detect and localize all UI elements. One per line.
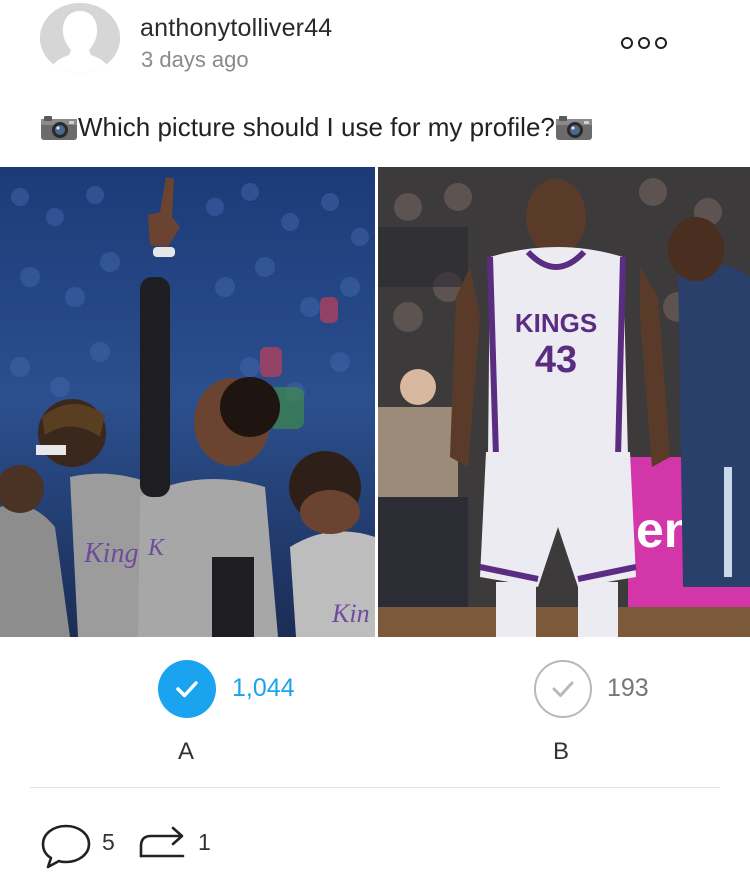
option-label-b: B (553, 738, 570, 765)
checkmark-icon (552, 681, 574, 697)
more-options-icon (638, 37, 650, 49)
username[interactable]: anthonytolliver44 (140, 14, 332, 43)
jersey-team-text: KINGS (515, 308, 597, 338)
camera-emoji-icon (555, 113, 593, 141)
repost-count: 1 (198, 829, 211, 855)
comment-count: 5 (102, 829, 115, 855)
svg-text:Kin: Kin (331, 599, 370, 628)
svg-text:K: K (147, 535, 166, 561)
more-options-icon (655, 37, 667, 49)
poll-question-text: Which picture should I use for my profil… (78, 111, 555, 142)
checkmark-icon (176, 681, 198, 698)
comment-icon[interactable] (40, 822, 92, 870)
vote-count-b: 193 (607, 674, 649, 702)
poll-question: Which picture should I use for my profil… (40, 110, 593, 144)
poll-photo-b[interactable]: en KINGS 43 (378, 167, 750, 637)
vote-option-b-checkbox[interactable] (534, 660, 592, 718)
avatar-placeholder-icon (40, 3, 120, 73)
option-label-a: A (178, 738, 195, 765)
vote-count-a: 1,044 (232, 674, 295, 702)
repost-icon[interactable] (135, 820, 193, 868)
jersey-number-text: 43 (535, 339, 577, 381)
avatar[interactable] (40, 3, 120, 73)
poll-photo-a[interactable]: Kings K Kin (0, 167, 375, 637)
more-options-button[interactable] (621, 33, 671, 53)
more-options-icon (621, 37, 633, 49)
camera-emoji-icon (40, 113, 78, 141)
vote-option-a-checkbox[interactable] (158, 660, 216, 718)
divider (30, 787, 720, 788)
post-timestamp: 3 days ago (141, 47, 249, 72)
